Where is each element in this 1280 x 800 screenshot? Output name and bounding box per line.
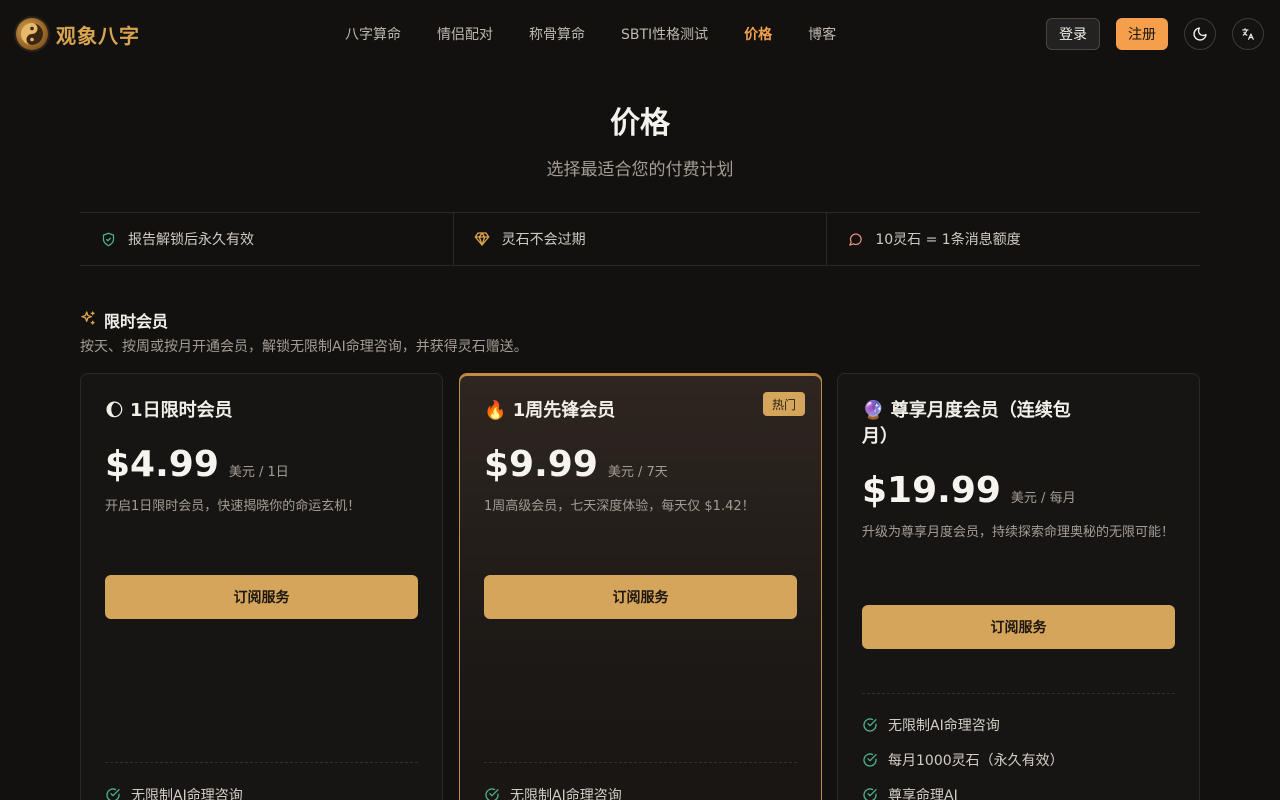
plan-unit: 美元 / 1日 (228, 465, 289, 480)
plan-price: $4.99 (105, 444, 219, 485)
section-description: 按天、按周或按月开通会员，解锁无限制AI命理咨询，并获得灵石赠送。 (80, 339, 528, 355)
plan-perk: 无限制AI命理咨询 (105, 785, 243, 800)
message-icon (847, 231, 863, 247)
plan-perk: 每月1000灵石（永久有效） (862, 750, 1064, 770)
plan-price: $9.99 (484, 444, 598, 485)
plan-card-weekly: 热门 🔥 1周先锋会员 $9.99 美元 / 7天 1周高级会员，七天深度体验，… (459, 373, 822, 800)
check-circle-icon (862, 752, 878, 768)
diamond-icon (474, 231, 490, 247)
sparkles-icon (80, 310, 96, 330)
theme-toggle-button[interactable] (1184, 18, 1216, 50)
plan-title: 🔮 尊享月度会员（连续包月） (862, 400, 1071, 447)
nav-item-pricing[interactable]: 价格 (744, 24, 772, 44)
card-divider (484, 762, 797, 763)
yin-yang-logo-icon (16, 18, 48, 50)
plan-card-daily: 🌔 1日限时会员 $4.99 美元 / 1日 开启1日限时会员，快速揭晓你的命运… (80, 373, 443, 800)
check-circle-icon (862, 717, 878, 733)
plan-title: 🌔 1日限时会员 (105, 400, 233, 421)
top-header: 观象八字 八字算命 情侣配对 称骨算命 SBTI性格测试 价格 博客 登录 注册 (0, 0, 1280, 68)
plan-perk: 无限制AI命理咨询 (862, 715, 1000, 735)
plan-price-row: $9.99 美元 / 7天 (484, 444, 797, 485)
plan-price-row: $19.99 美元 / 每月 (862, 470, 1175, 511)
feature-label: 报告解锁后永久有效 (128, 232, 254, 248)
nav-item-bone-weight[interactable]: 称骨算命 (529, 24, 585, 44)
plan-unit: 美元 / 7天 (607, 465, 668, 480)
feature-message-credit: 10灵石 = 1条消息额度 (826, 213, 1200, 265)
subscribe-button[interactable]: 订阅服务 (105, 575, 418, 619)
plan-perk: 无限制AI命理咨询 (484, 785, 622, 800)
nav-item-sbti[interactable]: SBTI性格测试 (621, 24, 708, 44)
section-title-text: 限时会员 (104, 312, 169, 331)
translate-icon (1242, 28, 1254, 40)
subscribe-button[interactable]: 订阅服务 (862, 605, 1175, 649)
logo[interactable]: 观象八字 (16, 18, 140, 50)
crystal-ball-emoji-icon: 🔮 (862, 400, 885, 421)
check-circle-icon (862, 787, 878, 800)
logo-text: 观象八字 (56, 23, 140, 48)
feature-label: 灵石不会过期 (501, 232, 586, 248)
plan-title: 🔥 1周先锋会员 (484, 400, 616, 421)
plan-unit: 美元 / 每月 (1010, 491, 1076, 506)
check-circle-icon (105, 787, 121, 800)
nav-item-blog[interactable]: 博客 (808, 24, 836, 44)
check-circle-icon (484, 787, 500, 800)
nav-item-bazi[interactable]: 八字算命 (345, 24, 401, 44)
moon-emoji-icon: 🌔 (105, 400, 124, 421)
plan-card-monthly: 🔮 尊享月度会员（连续包月） $19.99 美元 / 每月 升级为尊享月度会员，… (837, 373, 1200, 800)
fire-emoji-icon: 🔥 (484, 400, 507, 421)
login-button[interactable]: 登录 (1046, 18, 1100, 50)
page-subtitle: 选择最适合您的付费计划 (546, 160, 734, 180)
section-title: 限时会员 (80, 308, 168, 332)
language-button[interactable] (1232, 18, 1264, 50)
main-nav: 八字算命 情侣配对 称骨算命 SBTI性格测试 价格 博客 (345, 24, 872, 44)
feature-permanent-report: 报告解锁后永久有效 (80, 213, 453, 265)
plan-price-row: $4.99 美元 / 1日 (105, 444, 418, 485)
feature-stones-never-expire: 灵石不会过期 (452, 213, 827, 265)
card-divider (862, 693, 1175, 694)
subscribe-button[interactable]: 订阅服务 (484, 575, 797, 619)
register-button[interactable]: 注册 (1116, 18, 1168, 50)
plan-description: 升级为尊享月度会员，持续探索命理奥秘的无限可能！ (862, 525, 1175, 540)
shield-check-icon (100, 231, 116, 247)
features-strip: 报告解锁后永久有效 灵石不会过期 10灵石 = 1条消息额度 (80, 212, 1200, 266)
nav-item-couple[interactable]: 情侣配对 (437, 24, 493, 44)
plan-description: 开启1日限时会员，快速揭晓你的命运玄机！ (105, 499, 361, 514)
plan-description: 1周高级会员，七天深度体验，每天仅 $1.42！ (484, 499, 755, 514)
plan-price: $19.99 (862, 470, 1001, 511)
moon-icon (1193, 27, 1207, 41)
hot-badge: 热门 (762, 392, 805, 416)
plan-perk: 尊享命理AI (862, 785, 958, 800)
page-title: 价格 (610, 106, 670, 141)
feature-label: 10灵石 = 1条消息额度 (875, 232, 1021, 248)
card-divider (105, 762, 418, 763)
